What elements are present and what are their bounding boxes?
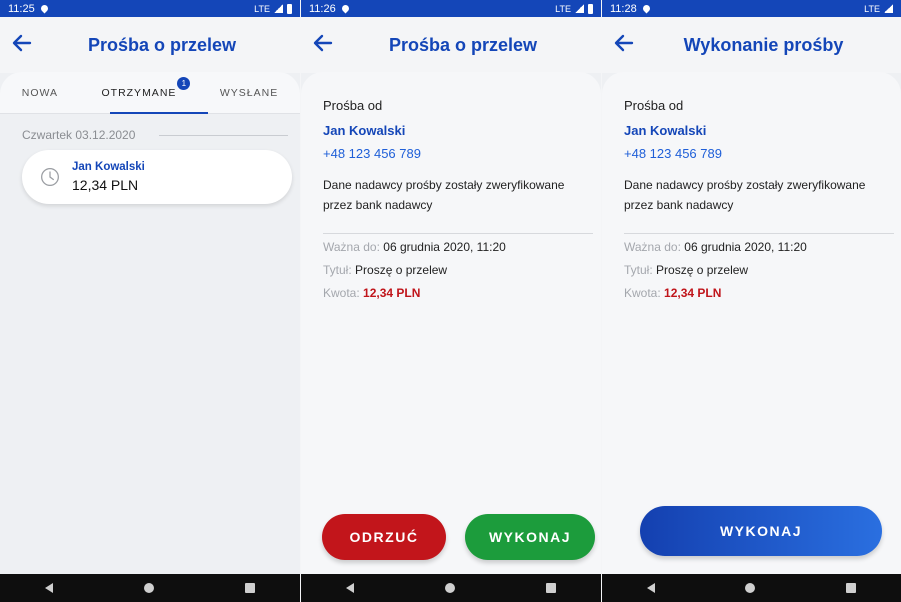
status-bar: 11:26 LTE	[301, 0, 601, 17]
tab-received[interactable]: OTRZYMANE 1	[97, 75, 191, 111]
title-row: Tytuł: Proszę o przelew	[323, 263, 448, 277]
nav-home-icon[interactable]	[444, 583, 455, 593]
divider	[159, 134, 288, 136]
network-type: LTE	[254, 3, 270, 14]
unread-badge: 1	[177, 76, 191, 90]
request-sender: Jan Kowalski	[72, 161, 145, 173]
clock-icon	[41, 168, 59, 186]
location-icon	[340, 3, 351, 14]
execute-button[interactable]: WYKONAJ	[640, 506, 882, 556]
page-title: Prośba o przelew	[87, 34, 237, 55]
verification-note: Dane nadawcy prośby zostały zweryfikowan…	[323, 178, 565, 212]
page-title: Prośba o przelew	[388, 34, 538, 55]
title-row: Tytuł: Proszę o przelew	[624, 263, 749, 277]
content-card: NOWA OTRZYMANE 1 WYSŁANE Czwartek 03.12.…	[0, 72, 300, 574]
valid-until-row: Ważna do: 06 grudnia 2020, 11:20	[624, 240, 807, 254]
battery-icon	[588, 3, 593, 14]
sender-name: Jan Kowalski	[624, 123, 707, 138]
status-time: 11:28	[610, 2, 637, 15]
date-header: Czwartek 03.12.2020	[0, 114, 300, 142]
nav-back-icon[interactable]	[346, 583, 355, 593]
android-nav-bar	[602, 574, 901, 602]
reject-button[interactable]: ODRZUĆ	[322, 514, 446, 560]
request-list-item[interactable]: Jan Kowalski 12,34 PLN	[22, 150, 292, 204]
android-nav-bar	[301, 574, 601, 602]
location-icon	[39, 3, 50, 14]
signal-icon	[274, 4, 283, 13]
from-label: Prośba od	[624, 98, 684, 113]
screen-request-list: 11:25 LTE Prośba o przelew NOWA OTRZYMAN…	[0, 0, 300, 602]
from-label: Prośba od	[323, 98, 383, 113]
back-arrow-icon[interactable]	[612, 31, 636, 55]
divider	[624, 233, 894, 234]
valid-until-row: Ważna do: 06 grudnia 2020, 11:20	[323, 240, 506, 254]
request-amount: 12,34 PLN	[72, 177, 139, 193]
content-card: Prośba od Jan Kowalski +48 123 456 789 D…	[301, 72, 601, 574]
tab-new[interactable]: NOWA	[18, 75, 62, 111]
app-header: Prośba o przelew	[301, 17, 601, 73]
network-type: LTE	[864, 3, 880, 14]
back-arrow-icon[interactable]	[10, 31, 34, 55]
nav-recents-icon[interactable]	[545, 583, 556, 593]
nav-recents-icon[interactable]	[845, 583, 856, 593]
back-arrow-icon[interactable]	[311, 31, 335, 55]
page-title: Wykonanie prośby	[683, 34, 844, 55]
amount-row: Kwota: 12,34 PLN	[624, 286, 722, 300]
app-header: Wykonanie prośby	[602, 17, 901, 73]
amount-row: Kwota: 12,34 PLN	[323, 286, 421, 300]
status-bar: 11:28 LTE	[602, 0, 901, 17]
signal-icon	[884, 4, 893, 13]
nav-recents-icon[interactable]	[244, 583, 255, 593]
active-tab-indicator	[110, 112, 208, 114]
divider	[323, 233, 593, 234]
app-header: Prośba o przelew	[0, 17, 300, 73]
nav-home-icon[interactable]	[745, 583, 756, 593]
execute-button[interactable]: WYKONAJ	[465, 514, 595, 560]
screen-execute-request: 11:28 LTE Wykonanie prośby Prośba od Jan…	[602, 0, 901, 602]
verification-note: Dane nadawcy prośby zostały zweryfikowan…	[624, 178, 866, 212]
nav-back-icon[interactable]	[45, 583, 54, 593]
status-time: 11:25	[8, 2, 35, 15]
status-time: 11:26	[309, 2, 336, 15]
screen-request-detail: 11:26 LTE Prośba o przelew Prośba od Jan…	[301, 0, 601, 602]
content-card: Prośba od Jan Kowalski +48 123 456 789 D…	[602, 72, 901, 574]
tab-bar: NOWA OTRZYMANE 1 WYSŁANE	[0, 72, 300, 114]
nav-home-icon[interactable]	[143, 583, 154, 593]
battery-icon	[287, 3, 292, 14]
sender-phone: +48 123 456 789	[323, 146, 421, 161]
status-bar: 11:25 LTE	[0, 0, 300, 17]
nav-back-icon[interactable]	[647, 583, 656, 593]
signal-icon	[575, 4, 584, 13]
android-nav-bar	[0, 574, 300, 602]
sender-name: Jan Kowalski	[323, 123, 406, 138]
network-type: LTE	[555, 3, 571, 14]
sender-phone: +48 123 456 789	[624, 146, 722, 161]
location-icon	[641, 3, 652, 14]
tab-sent[interactable]: WYSŁANE	[216, 75, 282, 111]
